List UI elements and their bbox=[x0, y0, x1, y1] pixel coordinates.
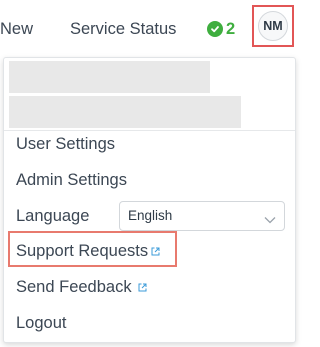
user-dropdown-menu: User Settings Admin Settings Language En… bbox=[3, 57, 296, 343]
menu-item-user-settings[interactable]: User Settings bbox=[16, 134, 115, 154]
menu-item-send-feedback[interactable]: Send Feedback bbox=[16, 277, 147, 297]
redacted-user-name bbox=[9, 61, 210, 93]
support-requests-label: Support Requests bbox=[16, 242, 149, 260]
external-link-icon bbox=[151, 241, 160, 256]
status-count: 2 bbox=[226, 20, 236, 38]
menu-item-admin-settings[interactable]: Admin Settings bbox=[16, 170, 127, 190]
menu-item-support-requests[interactable]: Support Requests bbox=[16, 241, 160, 261]
menu-item-logout[interactable]: Logout bbox=[16, 313, 66, 333]
language-select[interactable]: English bbox=[119, 201, 285, 231]
redacted-user-email bbox=[9, 96, 241, 128]
avatar-button[interactable]: NM bbox=[258, 11, 288, 41]
language-label: Language bbox=[16, 207, 90, 225]
nav-new-link[interactable]: New bbox=[0, 19, 33, 39]
chevron-down-icon bbox=[264, 211, 276, 229]
top-bar: New Service Status 2 NM bbox=[0, 0, 299, 58]
avatar-highlight: NM bbox=[252, 5, 294, 47]
external-link-icon bbox=[138, 277, 147, 292]
send-feedback-label: Send Feedback bbox=[16, 278, 132, 296]
language-select-value: English bbox=[128, 208, 173, 223]
service-status-badge[interactable]: 2 bbox=[207, 20, 235, 38]
check-icon bbox=[207, 21, 223, 37]
nav-service-status-link[interactable]: Service Status bbox=[70, 19, 176, 39]
menu-divider bbox=[4, 130, 295, 131]
